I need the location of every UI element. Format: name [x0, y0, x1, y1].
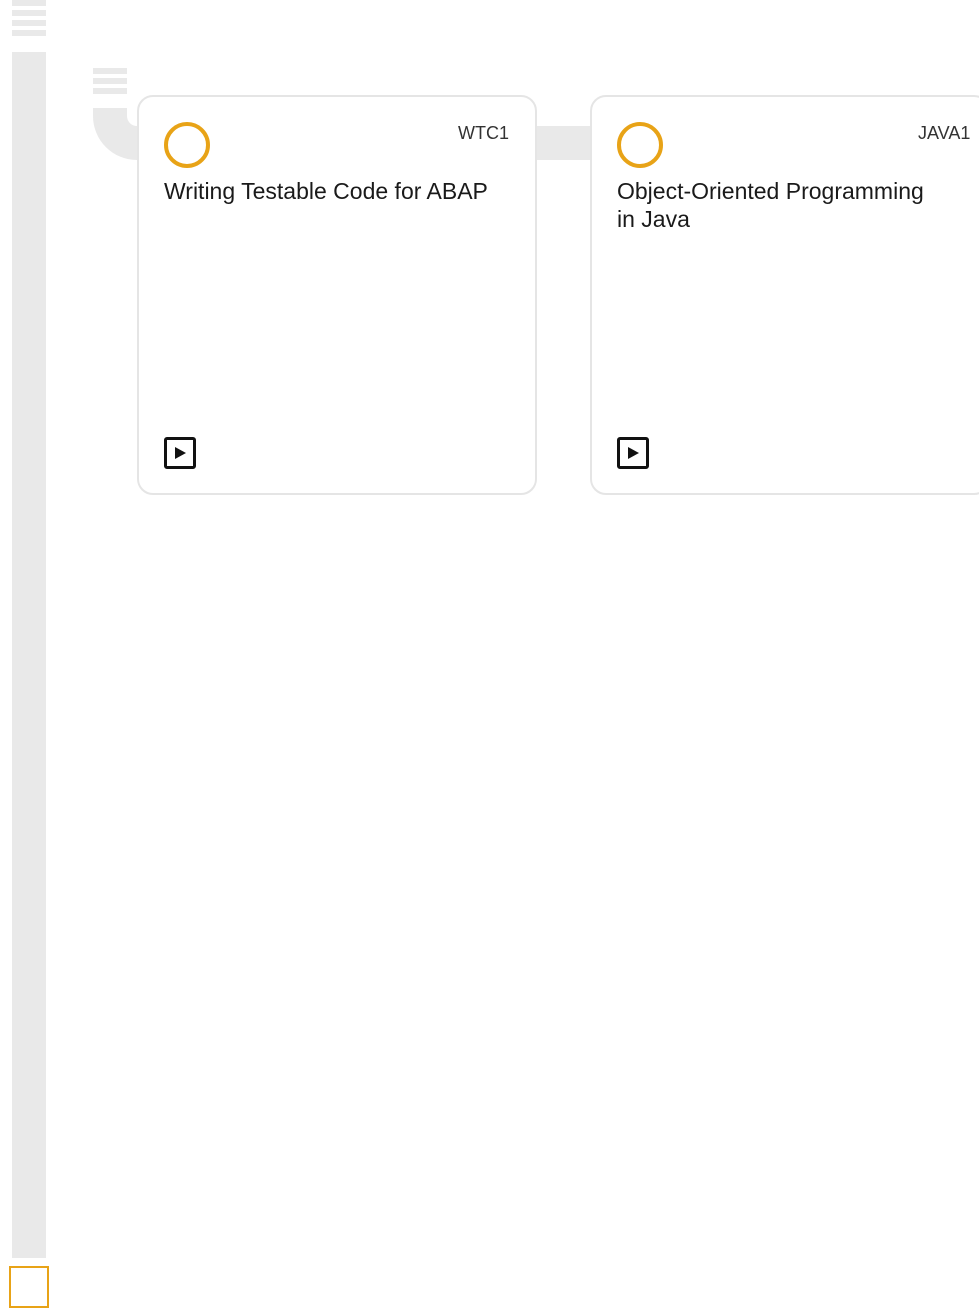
path-end-marker[interactable]: [9, 1266, 49, 1308]
status-ring-icon: [164, 122, 210, 168]
learning-path-page: WTC1 Writing Testable Code for ABAP JAVA…: [0, 0, 979, 1312]
course-card[interactable]: JAVA1 Object-Oriented Programming in Jav…: [590, 95, 979, 495]
track-dashes: [12, 0, 46, 48]
play-button[interactable]: [164, 437, 196, 469]
course-title[interactable]: Object-Oriented Programming in Java: [617, 177, 947, 233]
play-button[interactable]: [617, 437, 649, 469]
course-card[interactable]: WTC1 Writing Testable Code for ABAP: [137, 95, 537, 495]
branch-dashes: [93, 68, 127, 98]
learning-path-track: [12, 52, 46, 1258]
status-ring-icon: [617, 122, 663, 168]
play-icon: [628, 447, 639, 459]
course-code: WTC1: [458, 123, 509, 143]
course-code: JAVA1: [918, 123, 971, 143]
play-icon: [175, 447, 186, 459]
course-title[interactable]: Writing Testable Code for ABAP: [164, 177, 494, 205]
